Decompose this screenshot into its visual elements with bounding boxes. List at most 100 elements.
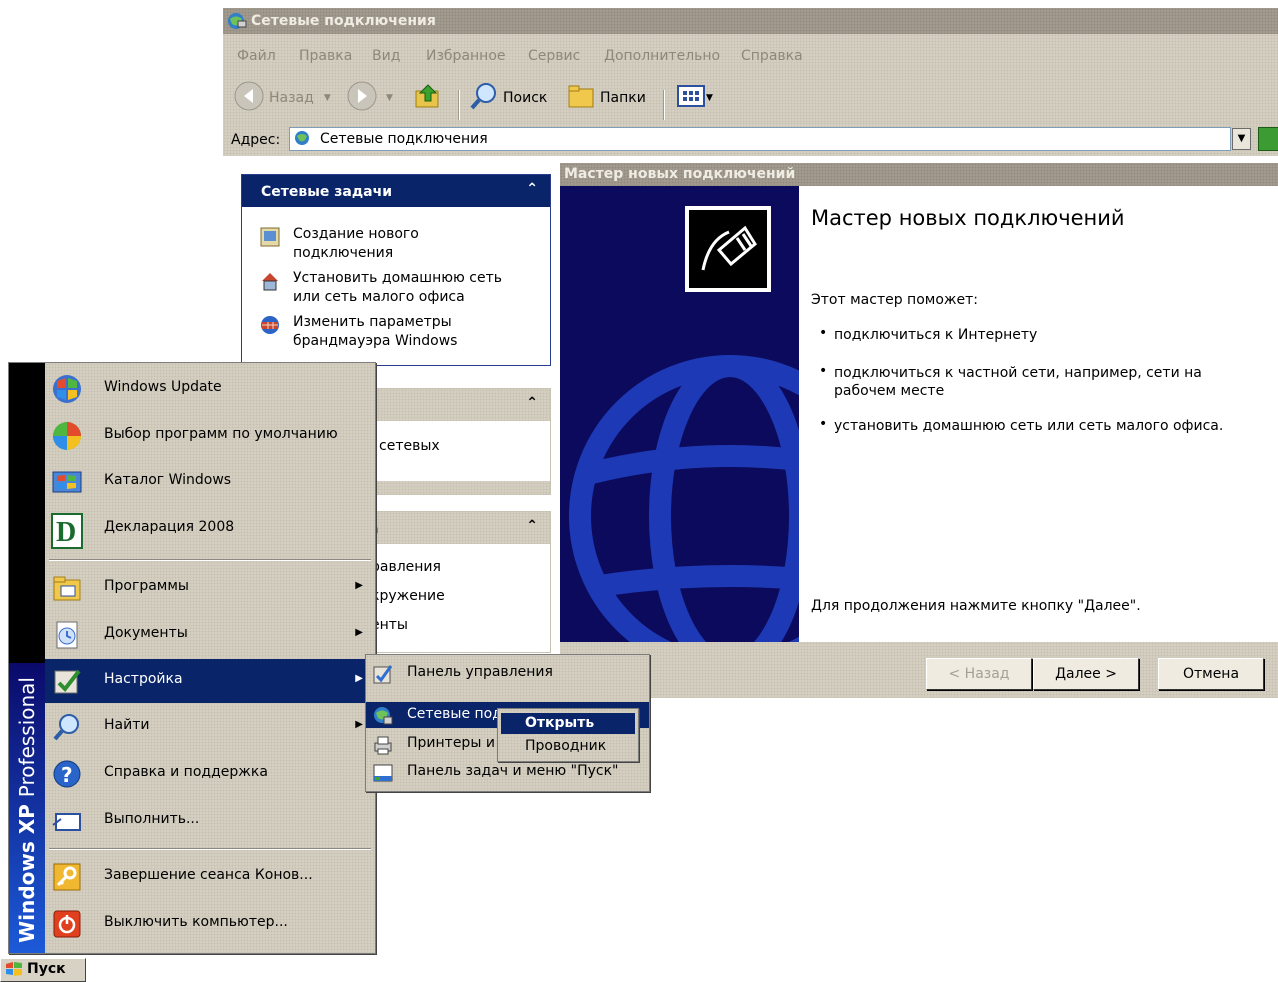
submenu-arrow-icon: ▶	[355, 719, 363, 730]
views-icon	[676, 83, 706, 113]
menu-bar: Файл Правка Вид Избранное Сервис Дополни…	[223, 34, 1278, 66]
folders-button[interactable]: Папки	[566, 66, 646, 130]
toolbar: Назад ▼ ▼ Поиск Папки ▼	[223, 66, 1278, 130]
network-connections-icon	[294, 130, 312, 150]
menu-favorites[interactable]: Избранное	[426, 48, 506, 64]
run-icon	[51, 805, 83, 837]
wizard-continue-text: Для продолжения нажмите кнопку "Далее".	[811, 598, 1141, 614]
menu-documents[interactable]: Документы ▶	[45, 613, 375, 657]
menu-tools[interactable]: Сервис	[528, 48, 580, 64]
settings-icon	[51, 665, 83, 697]
programs-icon	[51, 572, 83, 604]
link-network-neighborhood[interactable]: кружение	[371, 588, 445, 604]
new-connection-wizard: Мастер новых подключений Мастер новых по…	[560, 156, 1278, 698]
windows-catalog-icon	[51, 466, 83, 498]
windows-update-icon	[51, 373, 83, 405]
back-arrow-icon	[233, 80, 265, 116]
forward-dropdown-icon[interactable]: ▼	[386, 93, 393, 103]
bullet-icon: •	[819, 363, 828, 379]
wizard-cancel-button[interactable]: Отмена	[1158, 658, 1264, 690]
views-button[interactable]: ▼	[676, 66, 713, 130]
wizard-intro: Этот мастер поможет:	[811, 292, 978, 308]
panel-title: Сетевые задачи	[261, 184, 393, 200]
back-button[interactable]: Назад ▼	[233, 66, 331, 130]
windows-xp-brand: Windows XP Professional	[15, 677, 39, 943]
address-dropdown-button[interactable]: ▼	[1232, 128, 1251, 150]
views-dropdown-icon[interactable]: ▼	[706, 93, 713, 103]
window-titlebar[interactable]: Сетевые подключения	[223, 8, 1278, 34]
search-icon	[469, 81, 499, 115]
shutdown-icon	[51, 908, 83, 940]
menu-run[interactable]: Выполнить...	[45, 799, 375, 843]
firewall-icon	[260, 315, 280, 339]
menu-windows-catalog[interactable]: Каталог Windows	[45, 460, 375, 504]
menu-logoff[interactable]: Завершение сеанса Конов...	[45, 855, 375, 899]
default-programs-icon	[51, 420, 83, 452]
menu-windows-update[interactable]: Windows Update	[45, 367, 375, 411]
address-label: Адрес:	[231, 132, 281, 148]
wizard-heading: Мастер новых подключений	[811, 206, 1125, 230]
up-folder-button[interactable]	[413, 66, 443, 130]
task-home-network[interactable]: Установить домашнюю сеть или сеть малого …	[260, 269, 540, 309]
windows-logo-icon	[5, 961, 23, 981]
context-explorer[interactable]: Проводник	[501, 736, 635, 757]
task-create-connection[interactable]: Создание нового подключения	[260, 225, 540, 265]
search-button[interactable]: Поиск	[469, 66, 547, 130]
menu-settings[interactable]: Настройка ▶	[45, 659, 375, 703]
context-menu: Открыть Проводник	[497, 708, 639, 762]
wizard-titlebar[interactable]: Мастер новых подключений	[560, 163, 1278, 186]
go-button[interactable]	[1258, 127, 1278, 151]
task-firewall-settings[interactable]: Изменить параметры брандмауэра Windows	[260, 313, 540, 353]
context-open[interactable]: Открыть	[501, 713, 635, 734]
wizard-bullet-1: подключиться к Интернету	[834, 327, 1038, 343]
wizard-back-button[interactable]: < Назад	[926, 658, 1032, 690]
declaration-app-icon: D	[51, 513, 83, 549]
menu-declaration-2008[interactable]: D Декларация 2008	[45, 507, 375, 551]
submenu-taskbar[interactable]: Панель задач и меню "Пуск"	[366, 759, 649, 785]
link-control-panel[interactable]: равления	[371, 559, 441, 575]
collapse-icon[interactable]: ⌃	[526, 395, 538, 411]
start-button[interactable]: Пуск	[0, 958, 86, 982]
menu-help[interactable]: Справка	[741, 48, 803, 64]
panel-partial-text[interactable]: а сетевых	[366, 438, 440, 454]
control-panel-icon	[373, 664, 393, 688]
logoff-key-icon	[51, 861, 83, 893]
printer-icon	[373, 735, 393, 759]
menu-search[interactable]: Найти ▶	[45, 705, 375, 749]
network-tasks-header[interactable]: Сетевые задачи ⌃	[242, 175, 550, 207]
start-menu: Windows XP Professional Windows Update В…	[8, 362, 376, 954]
wizard-next-button[interactable]: Далее >	[1033, 658, 1139, 690]
submenu-arrow-icon: ▶	[355, 580, 363, 591]
menu-advanced[interactable]: Дополнительно	[604, 48, 720, 64]
link-documents[interactable]: енты	[371, 617, 408, 633]
menu-view[interactable]: Вид	[372, 48, 400, 64]
menu-default-programs[interactable]: Выбор программ по умолчанию	[45, 414, 375, 458]
forward-button[interactable]: ▼	[346, 66, 393, 130]
forward-arrow-icon	[346, 80, 378, 116]
menu-file[interactable]: Файл	[237, 48, 276, 64]
menu-help-support[interactable]: ? Справка и поддержка	[45, 752, 375, 796]
submenu-arrow-icon: ▶	[355, 673, 363, 684]
back-dropdown-icon[interactable]: ▼	[324, 93, 331, 103]
collapse-icon[interactable]: ⌃	[526, 181, 538, 197]
bullet-icon: •	[819, 416, 828, 432]
network-connections-icon	[373, 706, 393, 730]
connection-plug-icon	[685, 206, 771, 292]
svg-text:?: ?	[61, 763, 73, 787]
wizard-bullet-2: подключиться к частной сети, например, с…	[834, 365, 1202, 399]
folders-icon	[566, 81, 596, 115]
address-bar: Адрес: Сетевые подключения ▼	[223, 122, 1278, 156]
svg-text:D: D	[56, 517, 76, 548]
explorer-window: Сетевые подключения Файл Правка Вид Избр…	[223, 8, 1278, 698]
address-input[interactable]: Сетевые подключения	[289, 127, 1231, 151]
documents-icon	[51, 619, 83, 651]
submenu-control-panel[interactable]: Панель управления	[366, 660, 649, 686]
collapse-icon[interactable]: ⌃	[526, 518, 538, 534]
address-value: Сетевые подключения	[320, 131, 488, 147]
network-connections-icon	[227, 12, 247, 34]
menu-programs[interactable]: Программы ▶	[45, 566, 375, 610]
new-connection-icon	[260, 227, 280, 251]
menu-shutdown[interactable]: Выключить компьютер...	[45, 902, 375, 946]
bullet-icon: •	[819, 325, 828, 341]
menu-edit[interactable]: Правка	[299, 48, 352, 64]
